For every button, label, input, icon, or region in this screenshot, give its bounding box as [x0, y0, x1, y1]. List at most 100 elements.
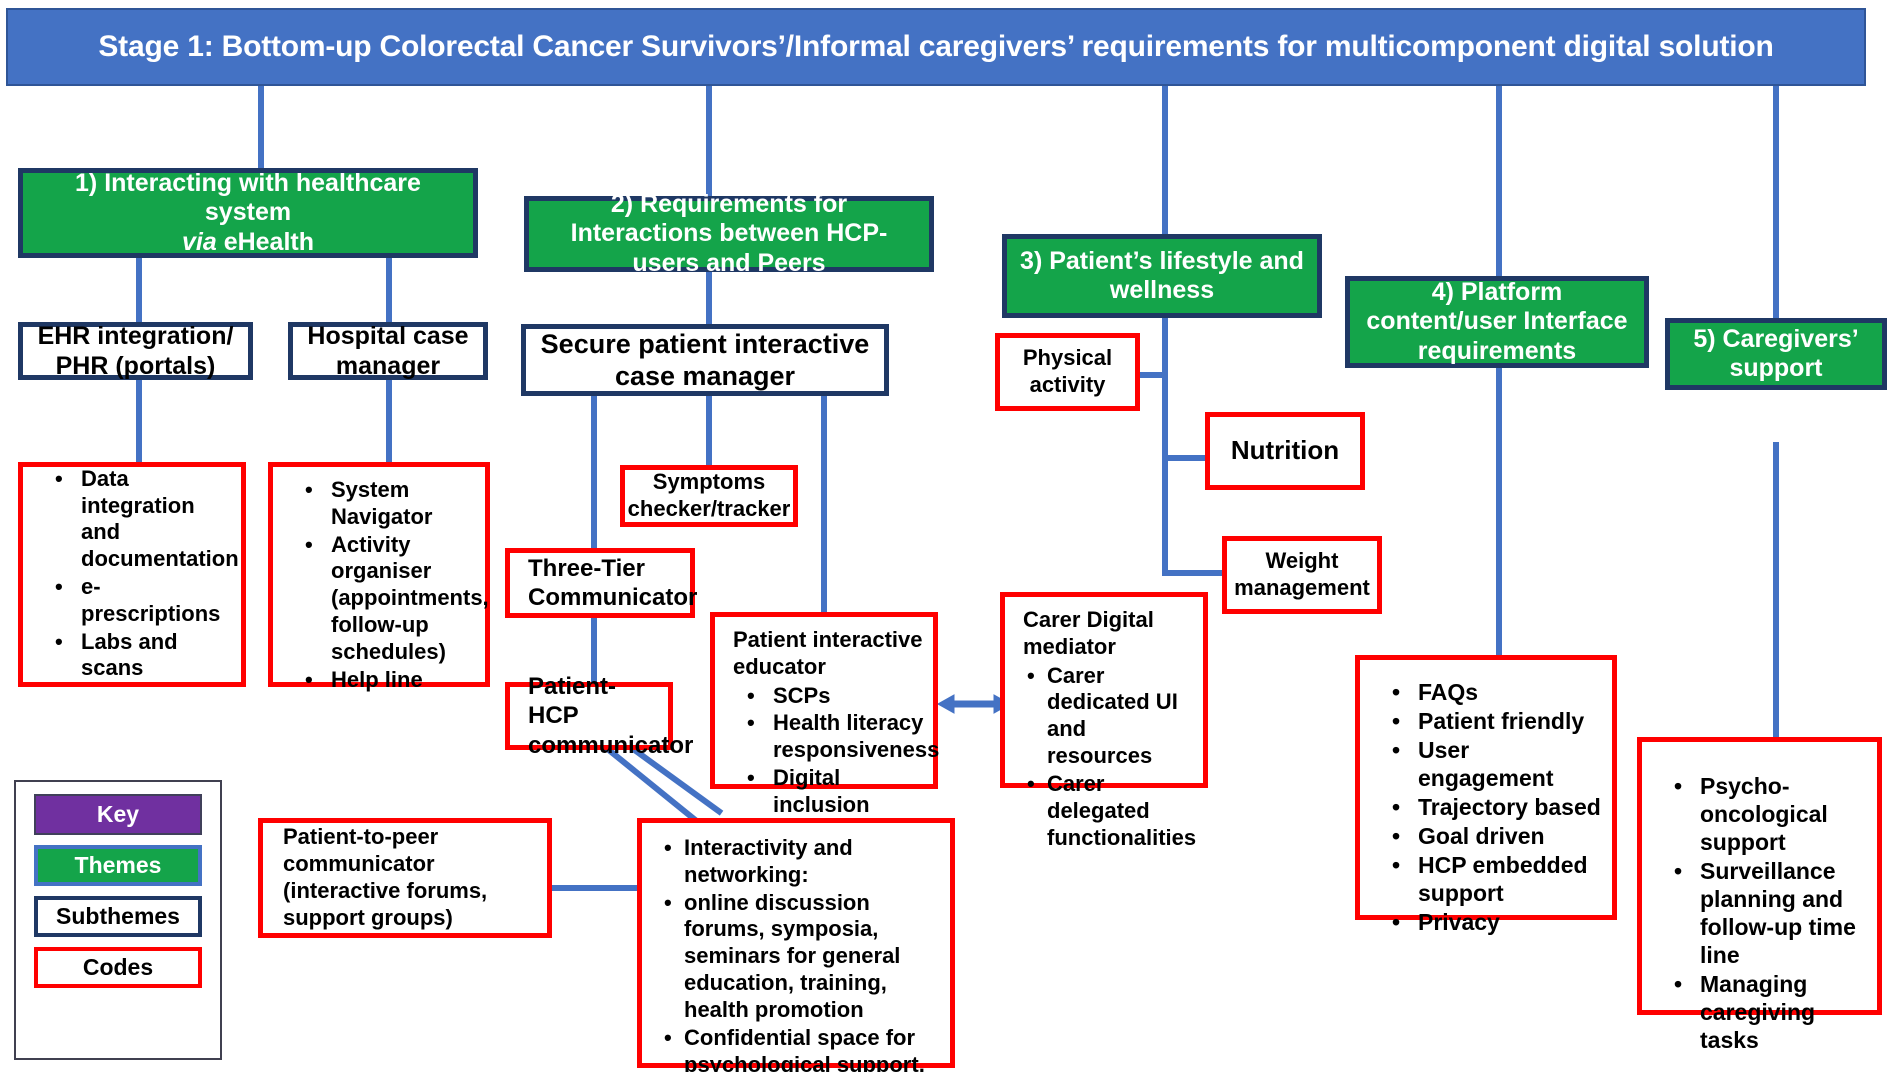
- theme-2-label: 2) Requirements for Interactions between…: [570, 189, 888, 277]
- code-three-tier-label: Three-Tier Communicator: [528, 554, 698, 611]
- list-item: Carer dedicated UI and resources: [1027, 663, 1195, 770]
- theme-5-box[interactable]: 5) Caregivers’ support: [1665, 318, 1887, 390]
- key-subthemes-label: Subthemes: [56, 903, 180, 929]
- key-themes-label: Themes: [74, 852, 162, 878]
- code-weight-management-box[interactable]: Weight management: [1222, 536, 1382, 614]
- list-item: Patient friendly: [1392, 707, 1604, 735]
- code-patient-educator-box[interactable]: Patient interactive educator SCPs Health…: [710, 612, 939, 817]
- connector-hospital-to-codes: [386, 378, 392, 462]
- diagram-canvas: Stage 1: Bottom-up Colorectal Cancer Sur…: [0, 0, 1902, 1072]
- list-item: Interactivity and networking:: [664, 835, 942, 889]
- list-item: Digital inclusion: [747, 765, 925, 819]
- code-caregivers-box[interactable]: Psycho-oncological support Surveillance …: [1637, 737, 1882, 1053]
- connector-theme1-to-hospital: [386, 258, 392, 324]
- code-hospital-list: System Navigator Activity organiser (app…: [285, 477, 489, 695]
- list-item: User engagement: [1392, 736, 1604, 792]
- code-platform-box[interactable]: FAQs Patient friendly User engagement Tr…: [1355, 655, 1617, 936]
- theme-1-label-line1: 1) Interacting with healthcare system: [75, 168, 421, 227]
- connector-case-manager-to-educator: [821, 392, 827, 612]
- connector-theme5-to-codes: [1773, 442, 1779, 737]
- theme-1-label-line2: via eHealth: [182, 228, 314, 258]
- list-item: FAQs: [1392, 678, 1604, 706]
- list-item: Privacy: [1392, 908, 1604, 936]
- list-item: Help line: [305, 667, 477, 694]
- code-symptoms-label: Symptoms checker/tracker: [627, 469, 791, 521]
- connector-peer-to-interactivity: [552, 885, 639, 891]
- theme-2-box[interactable]: 2) Requirements for Interactions between…: [524, 190, 934, 277]
- list-item: Data integration and documentation: [55, 466, 239, 573]
- code-interactivity-box[interactable]: Interactivity and networking: online dis…: [637, 818, 955, 1072]
- key-subthemes-swatch: Subthemes: [34, 896, 202, 937]
- connector-theme3-trunk: [1162, 318, 1168, 576]
- key-themes-swatch: Themes: [34, 845, 202, 886]
- banner-text: Stage 1: Bottom-up Colorectal Cancer Sur…: [98, 30, 1774, 63]
- subtheme-ehr-box[interactable]: EHR integration/ PHR (portals): [18, 322, 253, 380]
- code-ehr-list: Data integration and documentation e-pre…: [35, 466, 239, 684]
- key-codes-label: Codes: [82, 954, 154, 980]
- code-carer-mediator-list: Carer dedicated UI and resources Carer d…: [1017, 663, 1196, 853]
- key-codes-swatch: Codes: [34, 947, 202, 988]
- key-legend: Key Themes Subthemes Codes: [14, 780, 222, 1060]
- theme-4-box[interactable]: 4) Platform content/user Interface requi…: [1345, 276, 1649, 368]
- connector-case-manager-to-symptoms: [706, 392, 712, 467]
- code-ehr-box[interactable]: Data integration and documentation e-pre…: [18, 462, 246, 687]
- list-item: Psycho-oncological support: [1674, 772, 1869, 856]
- theme-3-label: 3) Patient’s lifestyle and wellness: [1020, 246, 1304, 305]
- list-item: Surveillance planning and follow-up time…: [1674, 857, 1869, 969]
- list-item: Labs and scans: [55, 629, 233, 683]
- theme-5-label: 5) Caregivers’ support: [1693, 324, 1859, 383]
- code-hospital-case-manager-box[interactable]: System Navigator Activity organiser (app…: [268, 462, 490, 693]
- list-item: Managing caregiving tasks: [1674, 970, 1869, 1054]
- theme-1-ehealth: eHealth: [216, 227, 315, 256]
- subtheme-ehr-label: EHR integration/ PHR (portals): [37, 322, 234, 380]
- code-patient-hcp-label: Patient-HCP communicator: [528, 673, 694, 759]
- subtheme-hospital-label: Hospital case manager: [307, 322, 469, 380]
- list-item: System Navigator: [305, 477, 477, 531]
- code-patient-educator-lead: Patient interactive educator: [733, 627, 923, 679]
- connector-banner-to-theme1: [258, 86, 264, 168]
- list-item: Health literacy responsiveness: [747, 710, 939, 764]
- code-symptoms-checker-box[interactable]: Symptoms checker/tracker: [620, 465, 798, 527]
- connector-banner-to-theme2: [706, 86, 712, 196]
- theme-1-via: via: [181, 227, 217, 256]
- list-item: Confidential space for psychological sup…: [664, 1025, 942, 1072]
- connector-theme1-to-ehr: [136, 258, 142, 324]
- connector-banner-to-theme4: [1496, 86, 1502, 276]
- theme-3-box[interactable]: 3) Patient’s lifestyle and wellness: [1002, 234, 1322, 318]
- list-item: Trajectory based: [1392, 793, 1604, 821]
- page-title: Stage 1: Bottom-up Colorectal Cancer Sur…: [6, 8, 1866, 86]
- list-item: HCP embedded support: [1392, 851, 1604, 907]
- code-weight-management-label: Weight management: [1234, 548, 1370, 600]
- theme-4-label: 4) Platform content/user Interface requi…: [1366, 277, 1628, 365]
- connector-theme3-to-weight: [1162, 570, 1230, 576]
- code-patient-to-peer-label: Patient-to-peer communicator (interactiv…: [283, 824, 488, 930]
- list-item: online discussion forums, symposia, semi…: [664, 890, 942, 1024]
- connector-theme3-to-nutrition: [1162, 455, 1210, 461]
- connector-case-manager-to-three-tier: [591, 392, 597, 548]
- code-patient-educator-list: SCPs Health literacy responsiveness Digi…: [727, 683, 939, 820]
- connector-theme4-to-codes: [1496, 363, 1502, 657]
- list-item: Goal driven: [1392, 822, 1604, 850]
- code-three-tier-box[interactable]: Three-Tier Communicator: [505, 548, 698, 618]
- theme-1-box[interactable]: 1) Interacting with healthcare system vi…: [18, 168, 478, 258]
- code-caregivers-list: Psycho-oncological support Surveillance …: [1654, 772, 1869, 1055]
- list-item: Carer delegated functionalities: [1027, 771, 1196, 851]
- code-nutrition-label: Nutrition: [1230, 435, 1340, 466]
- key-title-label: Key: [96, 801, 140, 827]
- subtheme-hospital-case-manager-box[interactable]: Hospital case manager: [288, 322, 488, 380]
- key-title-swatch: Key: [34, 794, 202, 835]
- list-item: e-prescriptions: [55, 574, 233, 628]
- code-nutrition-box[interactable]: Nutrition: [1205, 412, 1365, 490]
- list-item: SCPs: [747, 683, 925, 710]
- list-item: Activity organiser (appointments, follow…: [305, 532, 489, 666]
- code-carer-mediator-lead: Carer Digital mediator: [1023, 607, 1154, 659]
- code-physical-activity-box[interactable]: Physical activity: [995, 333, 1140, 411]
- code-carer-mediator-box[interactable]: Carer Digital mediator Carer dedicated U…: [1000, 592, 1208, 850]
- subtheme-secure-case-manager-box[interactable]: Secure patient interactive case manager: [521, 324, 889, 396]
- connector-ehr-to-codes: [136, 378, 142, 462]
- subtheme-secure-label: Secure patient interactive case manager: [540, 328, 870, 391]
- code-interactivity-list: Interactivity and networking: online dis…: [654, 835, 942, 1072]
- code-patient-to-peer-box[interactable]: Patient-to-peer communicator (interactiv…: [258, 818, 552, 938]
- code-patient-hcp-box[interactable]: Patient-HCP communicator: [505, 673, 693, 759]
- code-platform-list: FAQs Patient friendly User engagement Tr…: [1372, 678, 1604, 937]
